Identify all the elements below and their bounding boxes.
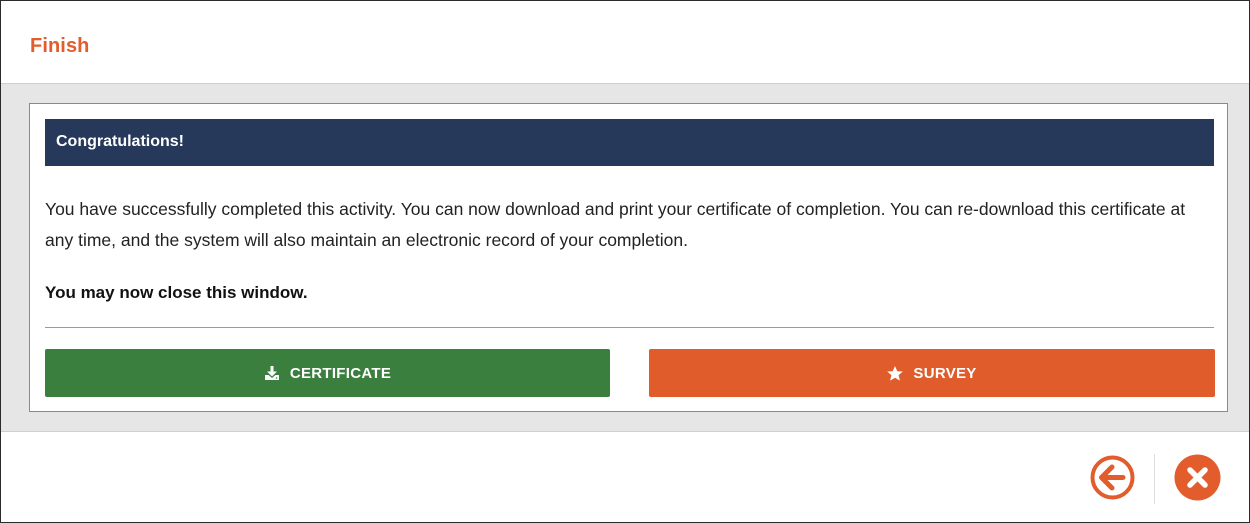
certificate-button[interactable]: CERTIFICATE	[45, 349, 610, 397]
arrow-left-circle-icon	[1090, 455, 1135, 500]
divider	[45, 327, 1214, 328]
close-circle-icon	[1174, 454, 1221, 501]
survey-button[interactable]: SURVEY	[649, 349, 1215, 397]
dialog-footer	[1, 432, 1249, 522]
certificate-button-label: CERTIFICATE	[289, 364, 392, 382]
banner-title: Congratulations!	[56, 133, 184, 150]
download-icon	[264, 365, 280, 381]
back-button[interactable]	[1089, 454, 1136, 501]
close-window-note: You may now close this window.	[45, 283, 308, 302]
dialog-header: Finish	[1, 1, 1249, 83]
star-icon	[887, 365, 904, 381]
page-title: Finish	[30, 35, 90, 57]
survey-button-label: SURVEY	[913, 364, 977, 382]
completion-message: You have successfully completed this act…	[45, 199, 1186, 250]
content-area: Congratulations! You have successfully c…	[1, 83, 1249, 432]
congratulations-banner: Congratulations!	[45, 119, 1214, 166]
completion-card: Congratulations! You have successfully c…	[29, 103, 1228, 412]
close-button[interactable]	[1174, 454, 1221, 501]
dialog-window: Finish Congratulations! You have success…	[0, 0, 1250, 523]
footer-separator	[1154, 454, 1155, 504]
